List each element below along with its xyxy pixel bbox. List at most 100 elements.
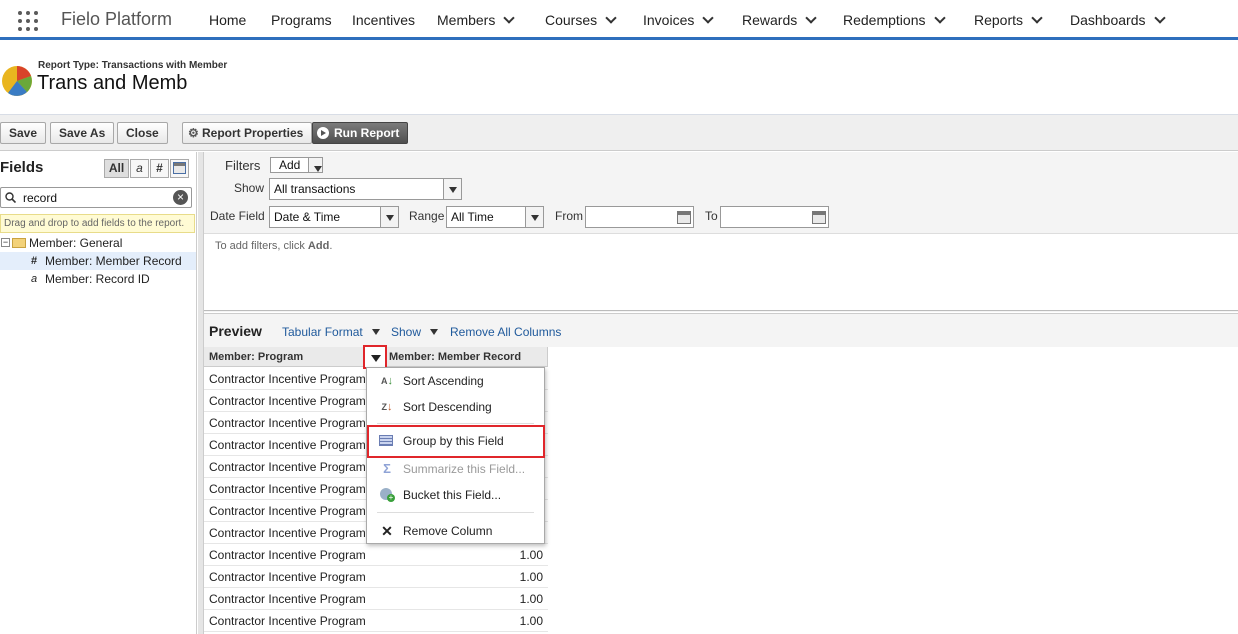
report-type-label: Report Type: Transactions with Member	[38, 60, 228, 71]
chevron-down-icon[interactable]	[933, 12, 946, 24]
column-header-program[interactable]: Member: Program	[204, 347, 366, 367]
filter-number-button[interactable]: #	[150, 159, 169, 178]
date-field-select[interactable]: Date & Time	[269, 206, 399, 228]
cell-program: Contractor Incentive Program	[209, 438, 366, 452]
column-dropdown-menu: A↓ Sort Ascending Z↓ Sort Descending Gro…	[366, 367, 545, 544]
nav-dashboards[interactable]: Dashboards	[1070, 12, 1166, 28]
chevron-down-icon[interactable]	[1153, 12, 1166, 24]
table-row: Contractor Incentive Program 1.00	[204, 588, 548, 610]
table-row: Contractor Incentive Program 1.00	[204, 610, 548, 632]
column-header-member-record[interactable]: Member: Member Record	[384, 347, 548, 367]
cell-member-record: 1.00	[519, 592, 543, 606]
filters-list	[204, 233, 1238, 311]
sort-ascending-icon: A↓	[381, 375, 393, 387]
chevron-down-icon[interactable]	[605, 12, 617, 24]
tabular-format-menu[interactable]: Tabular Format	[282, 325, 363, 339]
nav-rewards[interactable]: Rewards	[742, 12, 817, 28]
nav-courses[interactable]: Courses	[545, 12, 617, 28]
save-as-button[interactable]: Save As	[50, 122, 115, 144]
show-select[interactable]: All transactions	[269, 178, 462, 200]
filter-text-button[interactable]: a	[130, 159, 149, 178]
search-value: record	[23, 191, 58, 205]
run-report-button[interactable]: Run Report	[312, 122, 409, 144]
nav-members[interactable]: Members	[437, 12, 516, 28]
cell-program: Contractor Incentive Program	[209, 416, 366, 430]
app-name: Fielo Platform	[61, 9, 173, 29]
sort-ascending-item[interactable]: A↓ Sort Ascending	[367, 368, 544, 394]
chevron-down-icon[interactable]	[443, 179, 461, 199]
nav-home[interactable]: Home	[209, 12, 246, 28]
from-date-input[interactable]	[585, 206, 694, 228]
cell-program: Contractor Incentive Program	[209, 614, 366, 628]
sort-descending-icon: Z↓	[381, 401, 393, 413]
filters-hint: To add filters, click Add.	[215, 240, 333, 252]
tree-field-member-record[interactable]: # Member: Member Record	[0, 252, 196, 270]
collapse-icon[interactable]: −	[1, 238, 10, 247]
close-icon: ✕	[381, 523, 393, 539]
sort-descending-item[interactable]: Z↓ Sort Descending	[367, 394, 544, 420]
drag-drop-hint: Drag and drop to add fields to the repor…	[0, 214, 195, 233]
top-navigation-bar	[0, 0, 1238, 40]
group-by-field-item[interactable]: Group by this Field	[367, 425, 545, 458]
from-label: From	[555, 209, 583, 223]
save-button[interactable]: Save	[0, 122, 47, 144]
chevron-down-icon[interactable]	[525, 207, 543, 227]
chevron-down-icon[interactable]	[503, 12, 516, 24]
table-row: Contractor Incentive Program 1.00	[204, 544, 548, 566]
column-menu-button[interactable]	[363, 345, 387, 369]
remove-column-item[interactable]: ✕ Remove Column	[367, 518, 544, 544]
tree-field-record-id[interactable]: a Member: Record ID	[0, 270, 196, 288]
chevron-down-icon[interactable]	[702, 12, 715, 24]
chevron-down-icon[interactable]	[372, 329, 380, 335]
show-label: Show	[234, 181, 265, 195]
preview-title: Preview	[209, 323, 262, 339]
gear-icon: ⚙	[188, 126, 199, 140]
cell-member-record: 1.00	[519, 548, 543, 562]
show-menu[interactable]: Show	[391, 325, 421, 339]
to-date-input[interactable]	[720, 206, 829, 228]
play-icon	[317, 127, 329, 139]
close-button[interactable]: Close	[117, 122, 168, 144]
cell-program: Contractor Incentive Program	[209, 548, 366, 562]
cell-program: Contractor Incentive Program	[209, 394, 366, 408]
app-launcher-icon[interactable]	[18, 11, 38, 31]
nav-redemptions[interactable]: Redemptions	[843, 12, 946, 28]
chevron-down-icon[interactable]	[805, 12, 817, 24]
cell-program: Contractor Incentive Program	[209, 372, 366, 386]
filter-all-button[interactable]: All	[104, 159, 129, 178]
filter-date-button[interactable]	[170, 159, 189, 178]
report-name: Trans and Memb	[37, 72, 188, 94]
clear-search-icon[interactable]: ×	[173, 190, 188, 205]
menu-divider	[377, 423, 534, 424]
sigma-icon: Σ	[383, 461, 391, 476]
cell-program: Contractor Incentive Program	[209, 526, 366, 540]
cell-program: Contractor Incentive Program	[209, 570, 366, 584]
cell-program: Contractor Incentive Program	[209, 592, 366, 606]
chevron-down-icon[interactable]	[380, 207, 398, 227]
summarize-field-item: Σ Summarize this Field...	[367, 456, 544, 482]
bucket-icon: +	[379, 488, 395, 502]
remove-all-columns-link[interactable]: Remove All Columns	[450, 325, 561, 339]
nav-programs[interactable]: Programs	[271, 12, 332, 28]
cell-program: Contractor Incentive Program	[209, 482, 366, 496]
cell-member-record: 1.00	[519, 570, 543, 584]
bucket-field-item[interactable]: + Bucket this Field...	[367, 482, 544, 508]
date-field-label: Date Field	[210, 209, 265, 223]
chevron-down-icon[interactable]	[1031, 12, 1043, 24]
calendar-icon[interactable]	[812, 211, 826, 224]
text-field-icon: a	[31, 273, 38, 285]
range-select[interactable]: All Time	[446, 206, 544, 228]
tree-folder-member-general[interactable]: − Member: General	[0, 234, 196, 252]
calendar-icon	[173, 162, 186, 174]
filters-label: Filters	[225, 158, 261, 173]
chevron-down-icon[interactable]	[308, 158, 322, 172]
report-properties-button[interactable]: ⚙ Report Properties	[182, 122, 313, 144]
nav-incentives[interactable]: Incentives	[352, 12, 415, 28]
add-filter-dropdown[interactable]: Add	[270, 157, 323, 173]
calendar-icon[interactable]	[677, 211, 691, 224]
nav-invoices[interactable]: Invoices	[643, 12, 715, 28]
chevron-down-icon[interactable]	[430, 329, 438, 335]
range-label: Range	[409, 209, 445, 223]
folder-icon	[12, 238, 26, 248]
nav-reports[interactable]: Reports	[974, 12, 1043, 28]
